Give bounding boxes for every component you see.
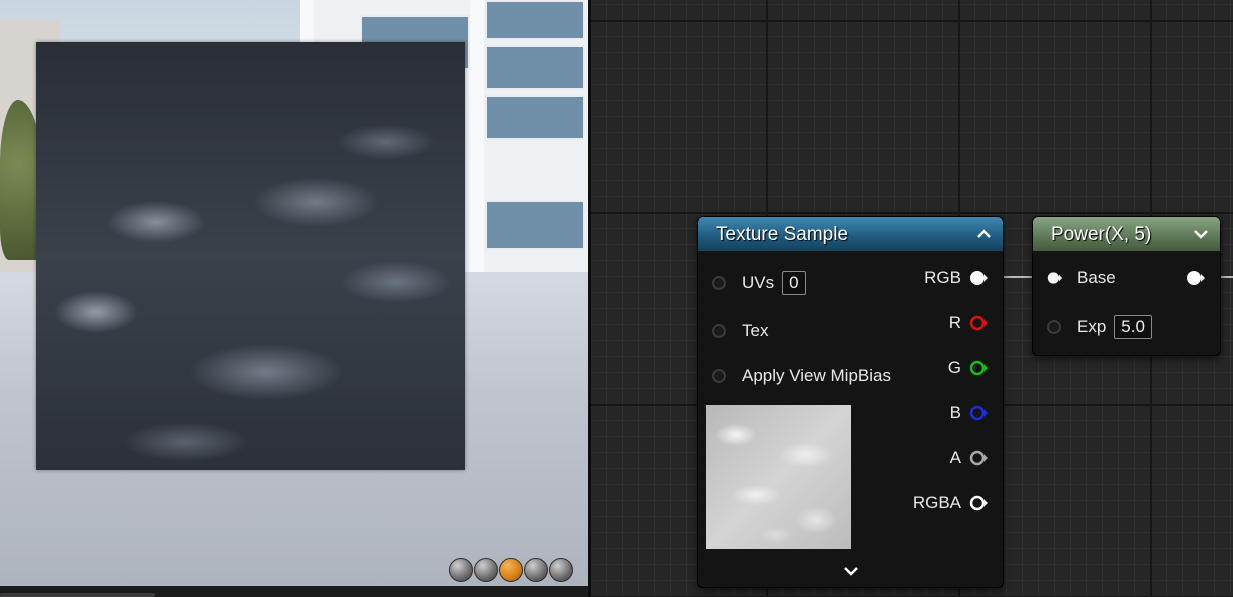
pin-icon[interactable]: [1186, 270, 1206, 286]
input-base[interactable]: Base: [1047, 266, 1116, 290]
node-header[interactable]: Texture Sample: [698, 217, 1003, 251]
material-preview-viewport[interactable]: [0, 0, 588, 586]
cylinder-icon[interactable]: [449, 558, 473, 582]
exp-value-field[interactable]: 5.0: [1114, 315, 1152, 339]
material-graph[interactable]: Texture Sample UVs 0 Tex Apply View MipB…: [591, 0, 1233, 597]
pin-label: R: [948, 313, 961, 332]
output-a[interactable]: A: [950, 446, 989, 470]
pin-icon[interactable]: [969, 450, 989, 466]
plane-icon[interactable]: [499, 558, 523, 582]
preview-mesh-toolbar: [449, 558, 573, 584]
output-result[interactable]: [1186, 266, 1206, 290]
pin-label: RGBA: [912, 493, 961, 512]
chevron-down-icon[interactable]: [1192, 225, 1210, 243]
texture-thumbnail[interactable]: [706, 405, 851, 549]
viewport-bottom-bar: [0, 586, 588, 597]
pin-icon[interactable]: [969, 360, 989, 376]
sphere-icon[interactable]: [474, 558, 498, 582]
pin-label: A: [949, 448, 961, 467]
pin-icon[interactable]: [1047, 320, 1061, 334]
preview-plane-mesh: [36, 42, 465, 470]
power-node[interactable]: Power(X, 5) Base Exp 5.0: [1032, 216, 1221, 356]
pin-label: UVs: [742, 273, 775, 292]
output-rgb[interactable]: RGB: [924, 266, 989, 290]
teapot-icon[interactable]: [549, 558, 573, 582]
viewport-tab[interactable]: [0, 593, 155, 597]
pin-label: Tex: [742, 321, 769, 340]
output-b[interactable]: B: [950, 401, 989, 425]
pin-label: G: [947, 358, 961, 377]
pin-label: Base: [1077, 268, 1116, 287]
node-title: Texture Sample: [716, 224, 849, 245]
pin-label: RGB: [924, 268, 961, 287]
output-rgba[interactable]: RGBA: [913, 491, 989, 515]
chevron-down-icon[interactable]: [842, 563, 860, 579]
pin-icon[interactable]: [969, 405, 989, 421]
pin-icon[interactable]: [712, 324, 726, 338]
input-apply-view-mipbias[interactable]: Apply View MipBias: [712, 364, 891, 388]
pin-icon[interactable]: [712, 276, 726, 290]
output-g[interactable]: G: [948, 356, 989, 380]
pin-label: B: [949, 403, 961, 422]
input-tex[interactable]: Tex: [712, 319, 768, 343]
input-exp[interactable]: Exp 5.0: [1047, 315, 1152, 339]
pin-icon[interactable]: [969, 270, 989, 286]
pin-icon[interactable]: [712, 369, 726, 383]
pin-label: Exp: [1077, 317, 1107, 336]
node-title: Power(X, 5): [1051, 224, 1152, 245]
pin-icon[interactable]: [969, 495, 989, 511]
pin-icon[interactable]: [969, 315, 989, 331]
uvs-value-field[interactable]: 0: [782, 271, 806, 295]
node-header[interactable]: Power(X, 5): [1033, 217, 1220, 251]
cube-icon[interactable]: [524, 558, 548, 582]
pin-label: Apply View MipBias: [742, 366, 891, 385]
pin-icon[interactable]: [1047, 270, 1063, 286]
input-uvs[interactable]: UVs 0: [712, 271, 806, 295]
output-r[interactable]: R: [949, 311, 989, 335]
texture-sample-node[interactable]: Texture Sample UVs 0 Tex Apply View MipB…: [697, 216, 1004, 588]
chevron-up-icon[interactable]: [975, 225, 993, 243]
